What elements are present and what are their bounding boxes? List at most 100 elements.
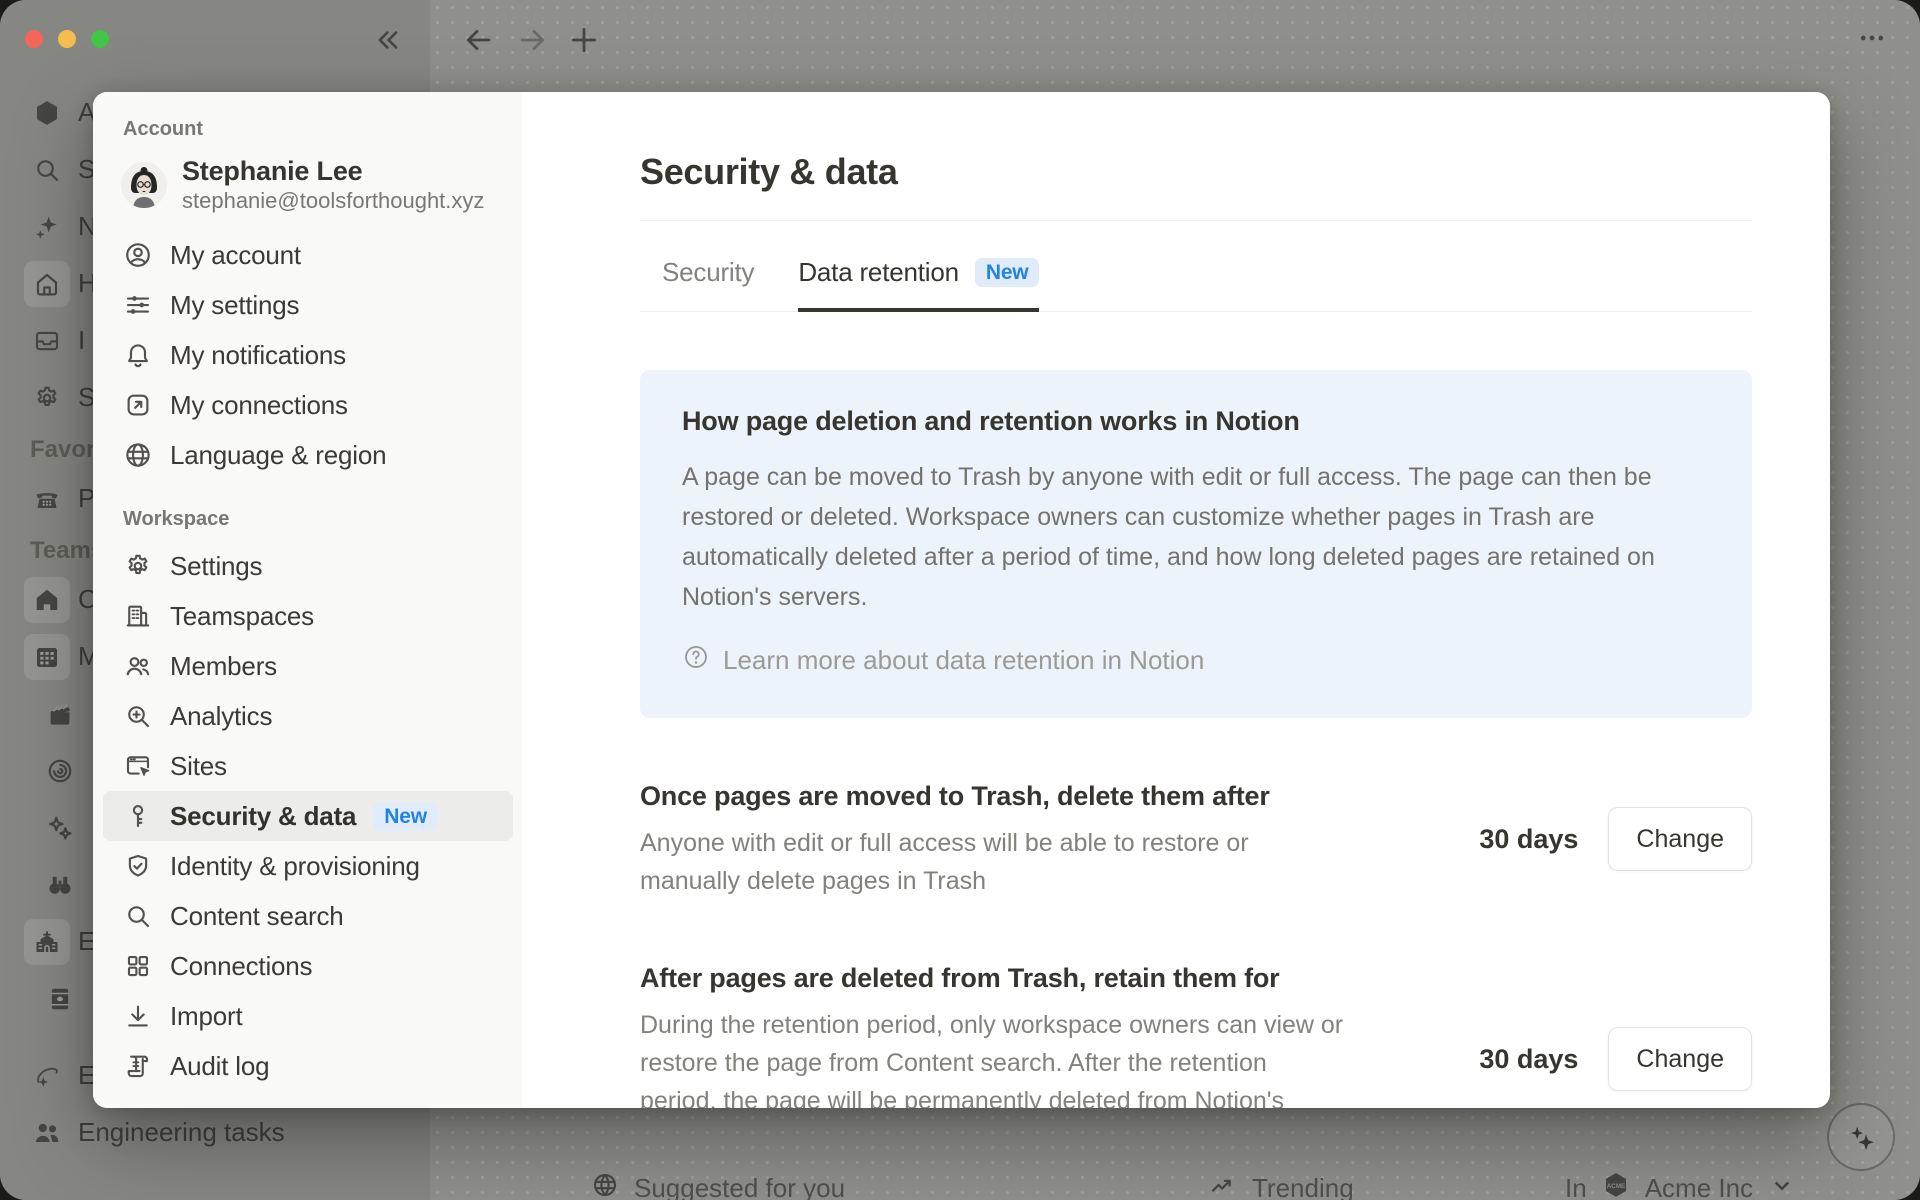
- sidebar-item-audit-log[interactable]: Audit log: [103, 1041, 513, 1091]
- setting-text: Once pages are moved to Trash, delete th…: [640, 778, 1350, 900]
- sidebar-item-label: Settings: [170, 551, 262, 582]
- info-body: A page can be moved to Trash by anyone w…: [682, 457, 1710, 617]
- building-icon: [123, 601, 153, 631]
- sidebar-item-my-account[interactable]: My account: [103, 230, 513, 280]
- sidebar-item-content-search[interactable]: Content search: [103, 891, 513, 941]
- globe-suggest-icon: [590, 1170, 620, 1200]
- sidebar-item-label: Teamspaces: [170, 601, 314, 632]
- sidebar-item-sites[interactable]: Sites: [103, 741, 513, 791]
- acme-logo-icon: ACME: [1601, 1170, 1631, 1200]
- sidebar-item-label: Members: [170, 651, 277, 682]
- change-button[interactable]: Change: [1608, 807, 1752, 871]
- globe-icon: [123, 440, 153, 470]
- suggested-for-you-row: Suggested for you: [590, 1170, 845, 1200]
- shield-check-icon: [123, 851, 153, 881]
- sidebar-item-label: My connections: [170, 390, 348, 421]
- sidebar-item-label: Identity & provisioning: [170, 851, 420, 882]
- back-icon: [463, 24, 495, 56]
- setting-row-after-pages-are-deleted-from-t: After pages are deleted from Trash, reta…: [640, 960, 1752, 1108]
- person-circle-icon: [123, 240, 153, 270]
- phone-emoji-icon: [24, 476, 70, 522]
- more-menu-icon: [1853, 24, 1891, 52]
- sidebar-item-label: Language & region: [170, 440, 386, 471]
- sidebar-item-label: Audit log: [170, 1051, 269, 1082]
- setting-heading: Once pages are moved to Trash, delete th…: [640, 778, 1350, 814]
- window-controls: [25, 30, 109, 48]
- tab-security[interactable]: Security: [662, 257, 754, 312]
- workspace-section-header: Workspace: [103, 508, 522, 531]
- shell-emoji-icon: [37, 748, 83, 794]
- sidebar-item-label: Connections: [170, 951, 312, 982]
- in-label: In: [1565, 1173, 1587, 1200]
- people-fill-icon: [24, 1110, 70, 1156]
- home-icon: [24, 261, 70, 307]
- svg-text:ACME: ACME: [38, 110, 56, 117]
- retention-info-box: How page deletion and retention works in…: [640, 370, 1752, 718]
- info-heading: How page deletion and retention works in…: [682, 406, 1710, 437]
- sidebar-item-import[interactable]: Import: [103, 991, 513, 1041]
- workspace-name-label: Acme Inc: [1645, 1173, 1753, 1200]
- sidebar-item-teamspaces[interactable]: Teamspaces: [103, 591, 513, 641]
- sidebar-item-label: Import: [170, 1001, 242, 1032]
- sidebar-item-security-data[interactable]: Security & dataNew: [103, 791, 513, 841]
- sidebar-item-label: Sites: [170, 751, 227, 782]
- sidebar-item-label: Security & data: [170, 801, 356, 832]
- browser-cursor-icon: [123, 751, 153, 781]
- house-emoji-icon: [24, 577, 70, 623]
- minimize-window-button[interactable]: [58, 30, 76, 48]
- sidebar-item-label: My settings: [170, 290, 299, 321]
- school-emoji-icon: [24, 919, 70, 965]
- account-user-row[interactable]: Stephanie Lee stephanie@toolsforthought.…: [103, 155, 514, 214]
- search-icon: [24, 147, 70, 193]
- zoom-window-button[interactable]: [91, 30, 109, 48]
- binoculars-emoji-icon: [37, 862, 83, 908]
- settings-modal: Account Stephanie Lee stephanie@toolsfor…: [93, 92, 1830, 1108]
- change-button[interactable]: Change: [1608, 1027, 1752, 1091]
- tab-bar: Security Data retentionNew: [640, 257, 1752, 312]
- shooting-star-emoji-icon: [24, 1053, 70, 1099]
- people-icon: [123, 651, 153, 681]
- setting-description: During the retention period, only worksp…: [640, 1006, 1350, 1108]
- gear-icon: [24, 375, 70, 421]
- tab-data-retention[interactable]: Data retentionNew: [798, 257, 1039, 312]
- sidebar-item-label: My account: [170, 240, 301, 271]
- key-icon: [123, 801, 153, 831]
- app-window: ACMEASNHISFavoriPTeamsCMEEngineering pro…: [0, 0, 1920, 1200]
- setting-controls: 30 daysChange: [1479, 807, 1752, 871]
- sidebar-item-identity-provisioning[interactable]: Identity & provisioning: [103, 841, 513, 891]
- setting-heading: After pages are deleted from Trash, reta…: [640, 960, 1350, 996]
- ai-sparkle-icon: [24, 204, 70, 250]
- new-badge: New: [975, 258, 1040, 287]
- background-item-label: I: [78, 325, 85, 356]
- gear-icon: [123, 551, 153, 581]
- page-title: Security & data: [640, 150, 1752, 194]
- sidebar-item-connections[interactable]: Connections: [103, 941, 513, 991]
- suggested-label: Suggested for you: [634, 1173, 845, 1200]
- inbox-icon: [24, 318, 70, 364]
- workspace-filter: In ACME Acme Inc: [1565, 1170, 1797, 1200]
- trending-row: Trending: [1208, 1170, 1354, 1200]
- sidebar-item-my-connections[interactable]: My connections: [103, 380, 513, 430]
- sparkles-emoji-icon: [37, 805, 83, 851]
- setting-description: Anyone with edit or full access will be …: [640, 824, 1350, 900]
- sidebar-item-members[interactable]: Members: [103, 641, 513, 691]
- magnifier-icon: [123, 901, 153, 931]
- learn-more-link[interactable]: Learn more about data retention in Notio…: [682, 643, 1204, 678]
- sidebar-item-language-region[interactable]: Language & region: [103, 430, 513, 480]
- sidebar-item-settings[interactable]: Settings: [103, 541, 513, 591]
- setting-controls: 30 daysChange: [1479, 1027, 1752, 1091]
- chevron-down-icon: [1767, 1170, 1797, 1200]
- setting-text: After pages are deleted from Trash, reta…: [640, 960, 1350, 1108]
- new-tab-icon: [567, 23, 601, 57]
- forward-icon: [516, 24, 548, 56]
- sidebar-item-my-settings[interactable]: My settings: [103, 280, 513, 330]
- sidebar-item-my-notifications[interactable]: My notifications: [103, 330, 513, 380]
- title-divider: [640, 220, 1752, 221]
- sidebar-item-analytics[interactable]: Analytics: [103, 691, 513, 741]
- avatar: [121, 162, 167, 208]
- scroll-icon: [123, 1051, 153, 1081]
- settings-sidebar: Account Stephanie Lee stephanie@toolsfor…: [93, 92, 522, 1108]
- setting-row-once-pages-are-moved-to-trash-: Once pages are moved to Trash, delete th…: [640, 778, 1752, 900]
- background-item-engineering-tasks: Engineering tasks: [0, 1104, 430, 1161]
- close-window-button[interactable]: [25, 30, 43, 48]
